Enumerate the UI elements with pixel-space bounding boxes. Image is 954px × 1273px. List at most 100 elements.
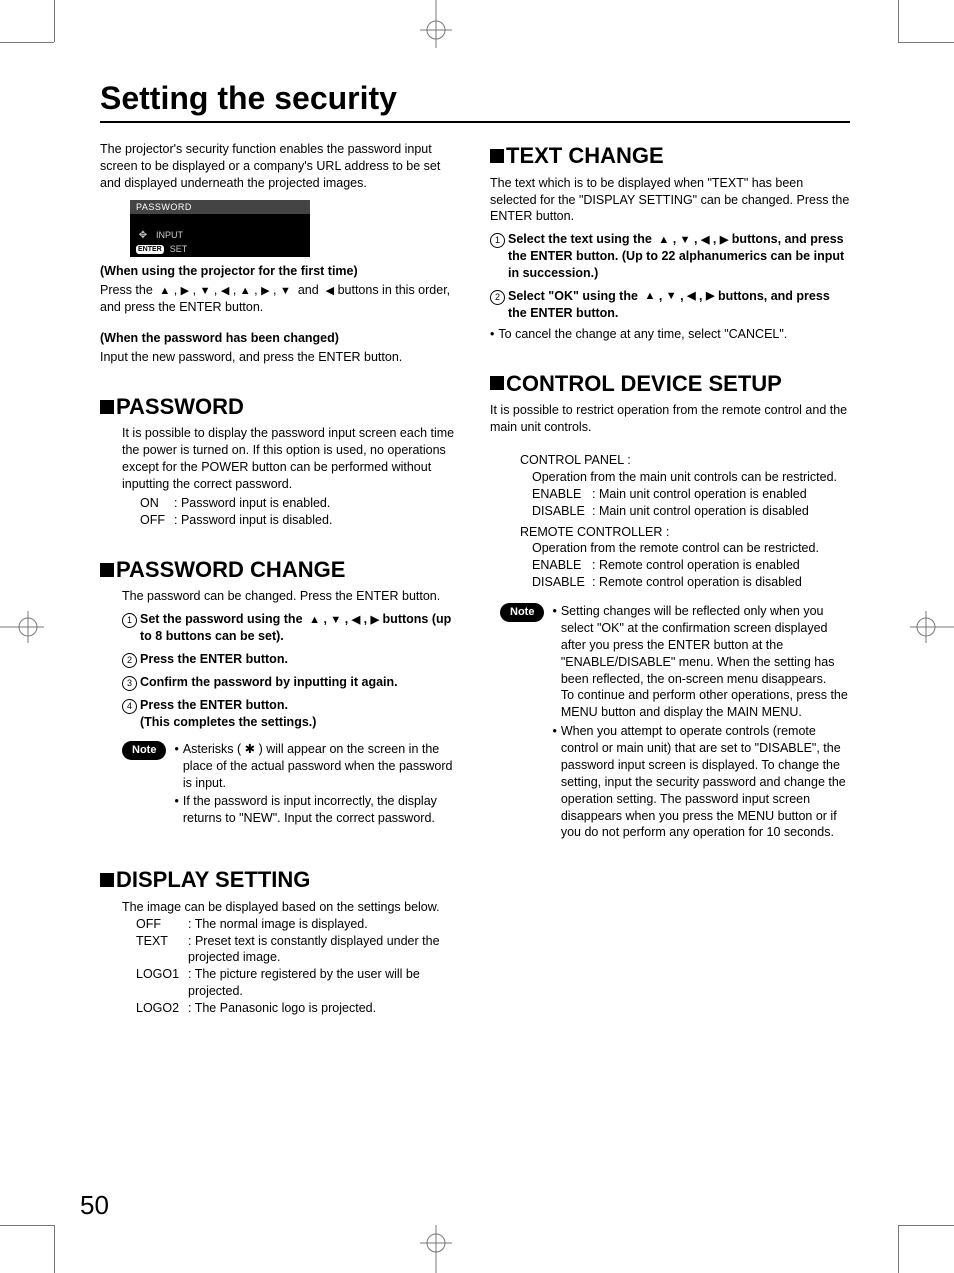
disable-key: DISABLE	[532, 503, 592, 520]
setting-off-val: : The normal image is displayed.	[188, 916, 368, 933]
step-2: 2 Select "OK" using the ▲ , ▼ , ◀ , ▶ bu…	[490, 288, 850, 322]
arrow-down-icon: ▼	[680, 233, 691, 248]
first-time-heading: (When using the projector for the first …	[100, 263, 460, 280]
step-1: 1 Select the text using the ▲ , ▼ , ◀ , …	[490, 231, 850, 282]
arrow-right-icon: ▶	[706, 289, 714, 304]
step-number-icon: 1	[122, 613, 137, 628]
left-column: The projector's security function enable…	[100, 141, 460, 1017]
changed-heading: (When the password has been changed)	[100, 330, 460, 347]
arrow-right-icon: ▶	[371, 613, 379, 628]
setting-logo2-key: LOGO2	[136, 1000, 188, 1017]
remote-desc: Operation from the remote control can be…	[532, 540, 850, 557]
bullet-icon: •	[490, 326, 494, 343]
setting-off-key: OFF	[136, 916, 188, 933]
registration-mark-top	[412, 0, 460, 48]
crop-mark	[54, 0, 55, 42]
step-4: 4 Press the ENTER button. (This complete…	[122, 697, 460, 731]
enable-key: ENABLE	[532, 486, 592, 503]
bullet-icon: •	[552, 723, 556, 841]
text-change-body: The text which is to be displayed when "…	[490, 175, 850, 226]
square-bullet-icon	[100, 873, 114, 887]
square-bullet-icon	[490, 376, 504, 390]
section-control-device-heading: CONTROL DEVICE SETUP	[490, 369, 850, 399]
section-display-setting-heading: DISPLAY SETTING	[100, 865, 460, 895]
arrow-up-icon: ▲	[240, 284, 251, 299]
crop-mark	[898, 1225, 954, 1226]
arrow-right-icon: ▶	[261, 284, 269, 299]
bullet-icon: •	[174, 793, 178, 827]
registration-mark-right	[910, 605, 954, 649]
control-note-block: Note • Setting changes will be reflected…	[500, 603, 850, 843]
remote-controller-label: REMOTE CONTROLLER :	[520, 524, 850, 541]
option-on-val: : Password input is enabled.	[174, 495, 330, 512]
control-panel-desc: Operation from the main unit controls ca…	[532, 469, 850, 486]
step-1: 1 Set the password using the ▲ , ▼ , ◀ ,…	[122, 611, 460, 645]
note-block: Note •Asterisks ( ✱ ) will appear on the…	[122, 741, 460, 829]
arrow-left-icon: ◀	[687, 289, 695, 304]
step-3: 3 Confirm the password by inputting it a…	[122, 674, 460, 691]
step-number-icon: 3	[122, 676, 137, 691]
square-bullet-icon	[100, 400, 114, 414]
arrow-down-icon: ▼	[280, 284, 291, 299]
step-number-icon: 1	[490, 233, 505, 248]
right-column: TEXT CHANGE The text which is to be disp…	[490, 141, 850, 1017]
registration-mark-bottom	[412, 1225, 460, 1273]
step-number-icon: 2	[490, 290, 505, 305]
arrow-left-icon: ◀	[701, 233, 709, 248]
arrow-up-icon: ▲	[655, 233, 669, 248]
arrow-left-icon: ◀	[221, 284, 229, 299]
arrow-up-icon: ▲	[156, 284, 170, 299]
intro-text: The projector's security function enable…	[100, 141, 460, 192]
crop-mark	[0, 1225, 54, 1226]
crop-mark	[898, 1225, 899, 1273]
note-label: Note	[122, 741, 166, 760]
page-number: 50	[80, 1190, 109, 1221]
section-password-change-heading: PASSWORD CHANGE	[100, 555, 460, 585]
setting-logo1-key: LOGO1	[136, 966, 188, 1000]
dpad-icon: ✥	[136, 229, 150, 243]
option-on-key: ON	[140, 495, 174, 512]
setting-logo2-val: : The Panasonic logo is projected.	[188, 1000, 376, 1017]
osd-title: PASSWORD	[130, 200, 310, 214]
remote-disable-val: : Remote control operation is disabled	[592, 574, 850, 591]
setting-text-key: TEXT	[136, 933, 188, 967]
arrow-left-icon: ◀	[352, 613, 360, 628]
square-bullet-icon	[100, 563, 114, 577]
setting-text-val: : Preset text is constantly displayed un…	[188, 933, 460, 967]
crop-mark	[898, 42, 954, 43]
arrow-right-icon: ▶	[720, 233, 728, 248]
section-text-change-heading: TEXT CHANGE	[490, 141, 850, 171]
step-number-icon: 4	[122, 699, 137, 714]
bullet-icon: •	[552, 603, 556, 721]
crop-mark	[54, 1225, 55, 1273]
cancel-note: • To cancel the change at any time, sele…	[490, 326, 850, 343]
note-label: Note	[500, 603, 544, 622]
arrow-right-icon: ▶	[181, 284, 189, 299]
panel-enable-val: : Main unit control operation is enabled	[592, 486, 850, 503]
arrow-down-icon: ▼	[666, 289, 677, 304]
osd-input-label: INPUT	[156, 229, 183, 241]
arrow-down-icon: ▼	[330, 613, 341, 628]
first-time-sequence: Press the ▲ , ▶ , ▼ , ◀ , ▲ , ▶ , ▼ and …	[100, 282, 460, 316]
control-panel-label: CONTROL PANEL :	[520, 452, 850, 469]
step-number-icon: 2	[122, 653, 137, 668]
arrow-left-icon: ◀	[326, 284, 334, 299]
panel-disable-val: : Main unit control operation is disable…	[592, 503, 850, 520]
option-off-val: : Password input is disabled.	[174, 512, 332, 529]
remote-enable-val: : Remote control operation is enabled	[592, 557, 850, 574]
setting-logo1-val: : The picture registered by the user wil…	[188, 966, 460, 1000]
arrow-up-icon: ▲	[641, 289, 655, 304]
enable-key: ENABLE	[532, 557, 592, 574]
option-off-key: OFF	[140, 512, 174, 529]
page-title: Setting the security	[100, 80, 850, 123]
display-setting-body: The image can be displayed based on the …	[122, 899, 460, 916]
password-change-body: The password can be changed. Press the E…	[122, 588, 460, 605]
square-bullet-icon	[490, 149, 504, 163]
disable-key: DISABLE	[532, 574, 592, 591]
step-2: 2 Press the ENTER button.	[122, 651, 460, 668]
crop-mark	[898, 0, 899, 42]
osd-password-box: PASSWORD ✥ INPUT ENTER SET	[130, 200, 310, 258]
bullet-icon: •	[174, 741, 178, 792]
control-body: It is possible to restrict operation fro…	[490, 402, 850, 436]
enter-key-icon: ENTER	[136, 245, 164, 254]
